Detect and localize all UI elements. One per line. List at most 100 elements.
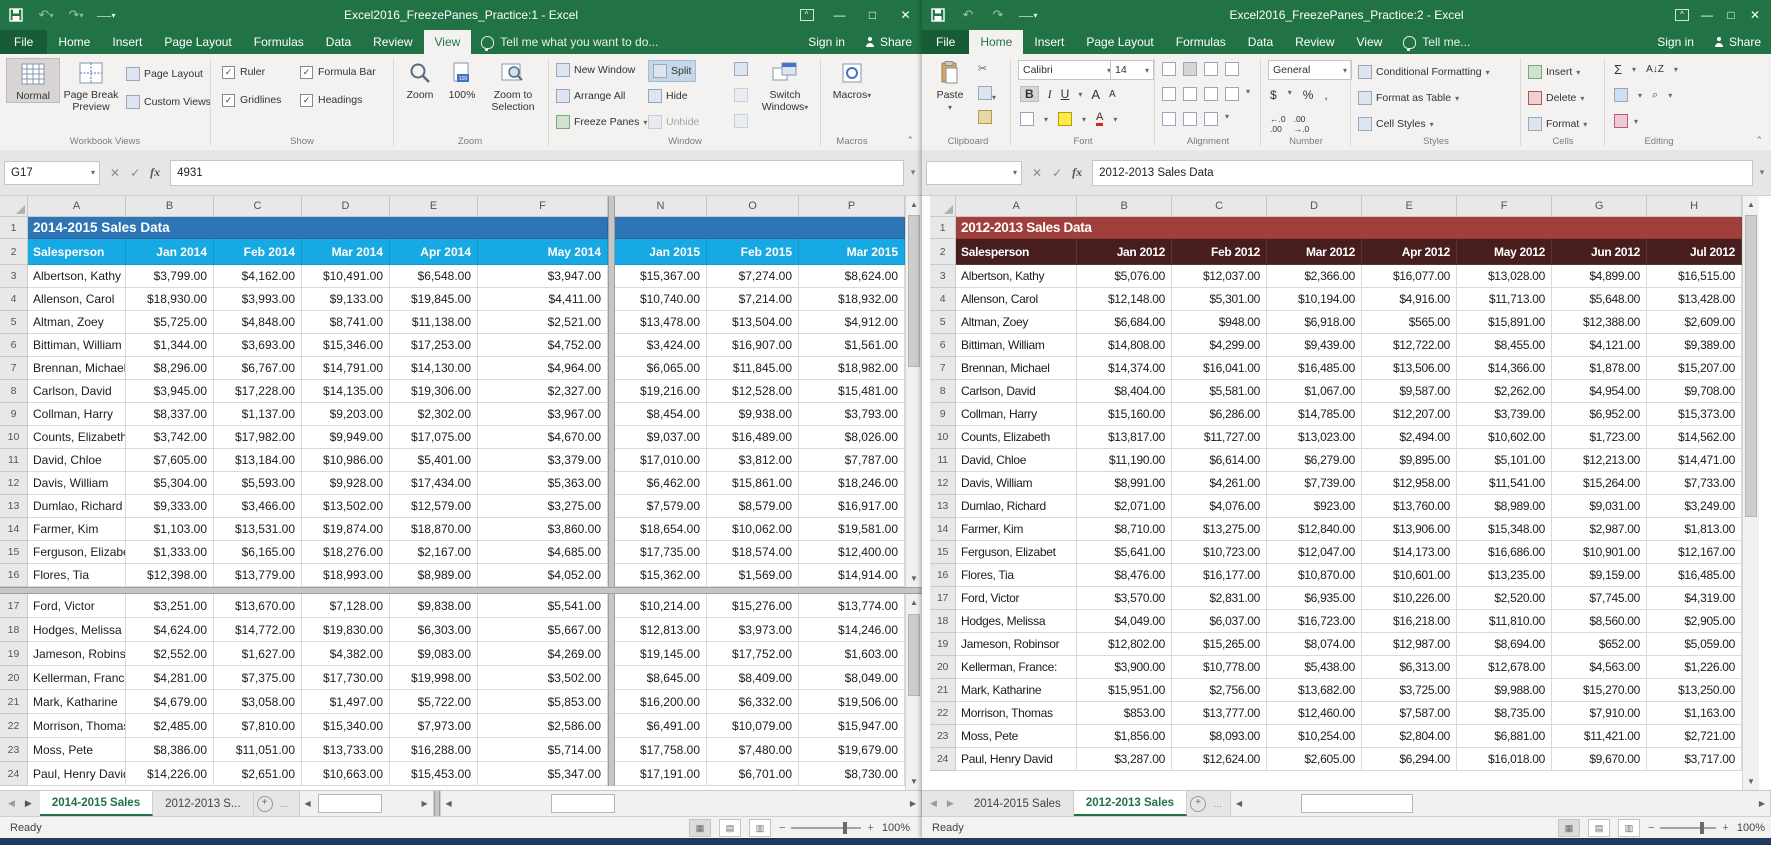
- row-header-13[interactable]: 13: [930, 495, 956, 518]
- worksheet-grid[interactable]: ABCDEFNOP12014-2015 Sales Data2Salespers…: [0, 196, 905, 790]
- cell-value[interactable]: $7,745.00: [1552, 587, 1647, 610]
- cell-value[interactable]: $18,246.00: [799, 472, 905, 495]
- cell-value[interactable]: $8,710.00: [1077, 518, 1172, 541]
- row-header-4[interactable]: 4: [930, 288, 956, 311]
- zoom-out-icon[interactable]: −: [779, 822, 785, 834]
- row-header-19[interactable]: 19: [930, 633, 956, 656]
- horizontal-scrollbar-right-pane[interactable]: ◀ ▶: [440, 791, 922, 816]
- column-header-P[interactable]: P: [799, 196, 905, 217]
- cell-value[interactable]: $8,455.00: [1457, 334, 1552, 357]
- scroll-right-icon[interactable]: ▶: [417, 791, 433, 816]
- cell-value[interactable]: $7,274.00: [707, 265, 799, 288]
- sign-in-link[interactable]: Sign in: [1647, 30, 1704, 54]
- close-button[interactable]: ✕: [1743, 0, 1767, 30]
- page-layout-view-icon[interactable]: ▤: [719, 819, 741, 837]
- cell-value[interactable]: $15,362.00: [615, 564, 707, 587]
- cell-name[interactable]: Carlson, David: [956, 380, 1077, 403]
- horizontal-scrollbar-left-pane[interactable]: ◀ ▶: [299, 791, 434, 816]
- cell-value[interactable]: $7,739.00: [1267, 472, 1362, 495]
- tab-file[interactable]: File: [922, 30, 969, 54]
- cell-value[interactable]: $5,667.00: [478, 618, 608, 642]
- cell-value[interactable]: $15,207.00: [1647, 357, 1742, 380]
- minimize-button[interactable]: —: [1695, 0, 1719, 30]
- cell-name[interactable]: Jameson, Robinsor: [28, 642, 126, 666]
- cell-value[interactable]: $7,128.00: [302, 594, 390, 618]
- row-header-10[interactable]: 10: [930, 426, 956, 449]
- cell-name[interactable]: David, Chloe: [28, 449, 126, 472]
- cell-value[interactable]: $10,226.00: [1362, 587, 1457, 610]
- cell-name[interactable]: Brennan, Michael: [956, 357, 1077, 380]
- cell-value[interactable]: $9,203.00: [302, 403, 390, 426]
- cell-name[interactable]: Counts, Elizabeth: [956, 426, 1077, 449]
- tab-scroll-left-icon[interactable]: ◀: [930, 798, 937, 809]
- row-header-3[interactable]: 3: [0, 265, 28, 288]
- cell-value[interactable]: $12,813.00: [615, 618, 707, 642]
- cell-value[interactable]: $15,270.00: [1552, 679, 1647, 702]
- table-header-feb-2014[interactable]: Feb 2014: [214, 239, 302, 265]
- row-header-22[interactable]: 22: [0, 714, 28, 738]
- vertical-scrollbar-top[interactable]: ▲ ▼: [905, 196, 922, 587]
- horizontal-align-buttons[interactable]: ▾: [1162, 87, 1250, 101]
- cell-value[interactable]: $3,973.00: [707, 618, 799, 642]
- vertical-split-bar[interactable]: [608, 265, 615, 288]
- cell-value[interactable]: $923.00: [1267, 495, 1362, 518]
- cell-name[interactable]: Paul, Henry David: [956, 748, 1077, 771]
- cell-value[interactable]: $9,708.00: [1647, 380, 1742, 403]
- cell-value[interactable]: $2,905.00: [1647, 610, 1742, 633]
- cell-value[interactable]: $12,388.00: [1552, 311, 1647, 334]
- clear-icon[interactable]: [1614, 114, 1628, 128]
- cell-value[interactable]: $3,739.00: [1457, 403, 1552, 426]
- cell-value[interactable]: $11,190.00: [1077, 449, 1172, 472]
- cell-value[interactable]: $12,840.00: [1267, 518, 1362, 541]
- cell-value[interactable]: $2,586.00: [478, 714, 608, 738]
- cell-value[interactable]: $3,275.00: [478, 495, 608, 518]
- increase-font-icon[interactable]: A: [1091, 87, 1100, 102]
- cell-value[interactable]: $5,301.00: [1172, 288, 1267, 311]
- row-header-11[interactable]: 11: [930, 449, 956, 472]
- scroll-down-icon[interactable]: ▼: [906, 773, 922, 790]
- vertical-split-bar[interactable]: [608, 618, 615, 642]
- cell-value[interactable]: $12,528.00: [707, 380, 799, 403]
- sheet-title-cell[interactable]: 2012-2013 Sales Data: [956, 217, 1742, 239]
- cell-value[interactable]: $9,838.00: [390, 594, 478, 618]
- cell-value[interactable]: $4,411.00: [478, 288, 608, 311]
- cancel-icon[interactable]: ✕: [1032, 166, 1042, 180]
- cell-value[interactable]: $14,808.00: [1077, 334, 1172, 357]
- tab-insert[interactable]: Insert: [101, 30, 153, 54]
- cell-value[interactable]: $2,721.00: [1647, 725, 1742, 748]
- cell-value[interactable]: $15,346.00: [302, 334, 390, 357]
- cell-value[interactable]: $4,954.00: [1552, 380, 1647, 403]
- table-header-jul-2012[interactable]: Jul 2012: [1647, 239, 1742, 265]
- cell-value[interactable]: $6,614.00: [1172, 449, 1267, 472]
- cell-value[interactable]: $8,741.00: [302, 311, 390, 334]
- cell-value[interactable]: $17,735.00: [615, 541, 707, 564]
- table-header-jun-2012[interactable]: Jun 2012: [1552, 239, 1647, 265]
- vertical-split-bar[interactable]: [608, 495, 615, 518]
- cell-value[interactable]: $12,148.00: [1077, 288, 1172, 311]
- cell-name[interactable]: Ferguson, Elizabet: [956, 541, 1077, 564]
- cell-value[interactable]: $7,480.00: [707, 738, 799, 762]
- synchronous-scrolling-button[interactable]: [734, 88, 748, 105]
- cell-value[interactable]: $15,453.00: [390, 762, 478, 786]
- unhide-button[interactable]: Unhide: [648, 112, 699, 132]
- collapse-ribbon-icon[interactable]: ⌃: [906, 135, 914, 146]
- collapse-ribbon-icon[interactable]: ⌃: [1755, 135, 1763, 146]
- cell-value[interactable]: $7,214.00: [707, 288, 799, 311]
- view-side-by-side-button[interactable]: [734, 62, 748, 79]
- cell-value[interactable]: $3,945.00: [126, 380, 214, 403]
- vertical-split-bar[interactable]: [608, 472, 615, 495]
- cell-value[interactable]: $1,163.00: [1647, 702, 1742, 725]
- cell-value[interactable]: $17,075.00: [390, 426, 478, 449]
- cell-value[interactable]: $19,216.00: [615, 380, 707, 403]
- cell-value[interactable]: $16,917.00: [799, 495, 905, 518]
- cell-value[interactable]: $7,787.00: [799, 449, 905, 472]
- cell-value[interactable]: $18,932.00: [799, 288, 905, 311]
- cell-value[interactable]: $9,949.00: [302, 426, 390, 449]
- cell-value[interactable]: $13,779.00: [214, 564, 302, 587]
- sheet-tab-2014-2015-sales[interactable]: 2014-2015 Sales: [962, 791, 1074, 816]
- cell-value[interactable]: $1,723.00: [1552, 426, 1647, 449]
- format-cells-button[interactable]: Format▾: [1528, 114, 1587, 134]
- cell-value[interactable]: $14,471.00: [1647, 449, 1742, 472]
- cell-value[interactable]: $4,752.00: [478, 334, 608, 357]
- switch-windows-button[interactable]: Switch Windows▾: [756, 58, 814, 114]
